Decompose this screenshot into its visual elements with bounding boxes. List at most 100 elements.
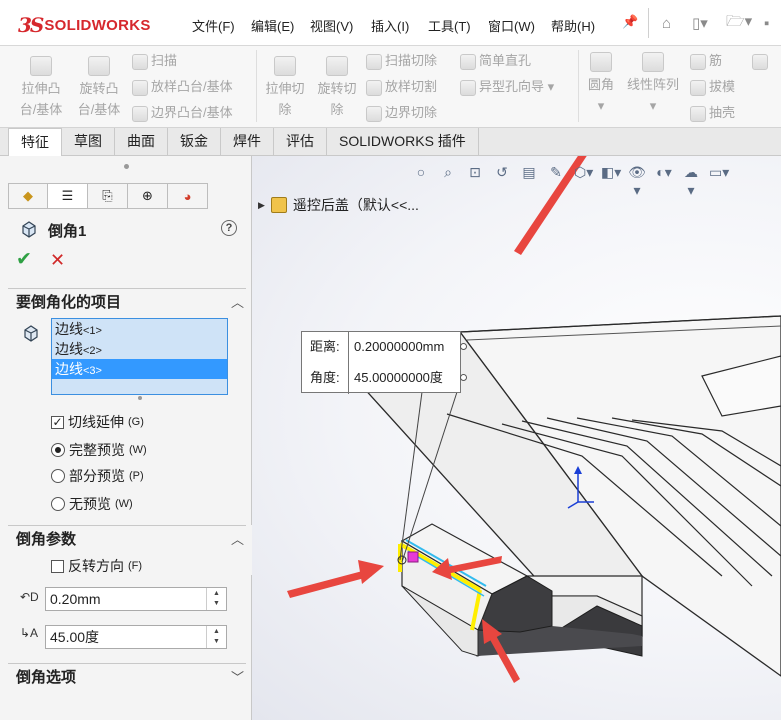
tab-addins[interactable]: SOLIDWORKS 插件 — [327, 128, 479, 156]
boundary-cut-button[interactable]: 边界切除 — [366, 102, 437, 123]
panel-grip[interactable] — [124, 164, 129, 169]
display-manager-tab[interactable]: ◕ — [168, 183, 208, 209]
dynamic-annotation-icon[interactable]: ✎ — [547, 163, 565, 181]
apply-scene-icon[interactable]: ☁▾ — [682, 163, 700, 198]
tab-sketch[interactable]: 草图 — [62, 128, 115, 156]
radio-unselected[interactable] — [51, 469, 65, 483]
angle-input[interactable]: 45.00度 ▲ ▼ — [45, 625, 227, 649]
radio-selected[interactable] — [51, 443, 65, 457]
tab-evaluate[interactable]: 评估 — [274, 128, 327, 156]
swept-cut-label: 扫描切除 — [385, 53, 438, 68]
partial-preview-radio[interactable]: 部分预览 (P) — [51, 466, 144, 486]
open-folder-icon[interactable]: 🗁▾ — [726, 12, 752, 34]
save-icon[interactable]: ▪ — [764, 12, 769, 34]
list-resize-grip[interactable] — [138, 396, 142, 400]
hide-show-items-icon[interactable]: 👁▾ — [628, 163, 646, 198]
tab-surfaces[interactable]: 曲面 — [115, 128, 168, 156]
distance-spinner[interactable]: ▲ ▼ — [206, 588, 226, 610]
dimxpert-manager-tab[interactable]: ⊕ — [128, 183, 168, 209]
menu-insert[interactable]: 插入(I) — [371, 16, 409, 35]
new-document-icon[interactable]: ▯▾ — [692, 12, 708, 34]
rib-icon — [690, 53, 706, 70]
logo-text: SOLIDWORKS — [44, 16, 151, 34]
sweep-button[interactable]: 扫描 — [132, 50, 177, 71]
reverse-direction-checkbox[interactable]: 反转方向 (F) — [51, 556, 142, 576]
list-item[interactable]: 边线<2> — [52, 339, 227, 359]
list-item[interactable]: 边线<3> — [52, 359, 227, 379]
swept-cut-button[interactable]: 扫描切除 — [366, 50, 437, 71]
expand-triangle-icon[interactable]: ▶ — [258, 200, 265, 211]
no-preview-radio[interactable]: 无预览 (W) — [51, 494, 133, 514]
help-icon[interactable]: ? — [221, 220, 237, 236]
previous-view-icon[interactable]: ↺ — [493, 163, 511, 181]
angle-value: 45.00度 — [50, 629, 100, 645]
configuration-manager-tab[interactable]: ⎘ — [88, 183, 128, 209]
cancel-x-button[interactable]: ✕ — [50, 251, 65, 269]
zoom-to-fit-icon[interactable]: ⌕ — [439, 163, 457, 181]
menu-edit[interactable]: 编辑(E) — [251, 16, 294, 35]
loft-button[interactable]: 放样凸台/基体 — [132, 76, 233, 97]
view-orientation-icon[interactable]: ⬡▾ — [574, 163, 593, 181]
tab-sheet-metal[interactable]: 钣金 — [168, 128, 221, 156]
edit-appearance-icon[interactable]: ◐▾ — [655, 163, 673, 181]
lofted-cut-button[interactable]: 放样切割 — [366, 76, 437, 97]
extrude-boss-button[interactable]: 拉伸凸 台/基体 — [16, 56, 66, 120]
radio-unselected[interactable] — [51, 497, 65, 511]
feature-manager-tab[interactable]: ◆ — [8, 183, 48, 209]
checkbox-unchecked[interactable] — [51, 559, 64, 573]
callout-distance-value[interactable]: 0.20000000mm — [354, 332, 444, 362]
section-view-icon[interactable]: ▤ — [520, 163, 538, 181]
callout-distance-row[interactable]: 距离: 0.20000000mm — [302, 332, 467, 362]
home-icon[interactable]: ⌂ — [662, 12, 671, 34]
flyout-tree-root[interactable]: ▶ 遥控后盖（默认<<... — [258, 195, 419, 215]
callout-angle-row[interactable]: 角度: 45.00000000度 — [302, 363, 467, 393]
rib-button[interactable]: 筋 — [690, 50, 722, 71]
angle-icon: ↳A — [20, 626, 39, 640]
simple-hole-button[interactable]: 简单直孔 — [460, 50, 531, 71]
full-preview-label: 完整预览 — [69, 442, 125, 458]
full-preview-radio[interactable]: 完整预览 (W) — [51, 440, 147, 460]
chamfer-options-header[interactable]: 倒角选项 ﹀ — [8, 663, 246, 689]
view-settings-icon[interactable]: ▭▾ — [709, 163, 729, 181]
property-manager-tab[interactable]: ☰ — [48, 183, 88, 209]
callout-angle-value[interactable]: 45.00000000度 — [354, 363, 443, 393]
extrude-cut-button[interactable]: 拉伸切 除 — [262, 56, 308, 120]
display-style-icon[interactable]: ◧▾ — [601, 163, 621, 181]
ribbon-more-icon[interactable] — [752, 50, 771, 71]
menu-help[interactable]: 帮助(H) — [551, 16, 595, 35]
chamfer-parameters-header[interactable]: 倒角参数 ︿ — [8, 525, 246, 551]
menu-window[interactable]: 窗口(W) — [488, 16, 535, 35]
edge-selection-list[interactable]: 边线<1> 边线<2> 边线<3> — [51, 318, 228, 395]
boundary-boss-button[interactable]: 边界凸台/基体 — [132, 102, 233, 123]
list-item[interactable]: 边线<1> — [52, 319, 227, 339]
pin-icon[interactable]: 📌 — [622, 14, 638, 30]
hole-wizard-icon — [460, 79, 476, 96]
lightbulb-icon[interactable]: ○ — [412, 163, 430, 181]
distance-input[interactable]: 0.20mm ▲ ▼ — [45, 587, 227, 611]
reverse-direction-label: 反转方向 — [68, 558, 124, 574]
shell-button[interactable]: 抽壳 — [690, 102, 735, 123]
checkbox-checked[interactable]: ✓ — [51, 415, 64, 429]
draft-button[interactable]: 拔模 — [690, 76, 735, 97]
ok-checkmark-button[interactable]: ✔ — [16, 250, 32, 269]
revolve-boss-button[interactable]: 旋转凸 台/基体 — [74, 56, 124, 120]
tangent-propagation-checkbox[interactable]: ✓ 切线延伸 (G) — [51, 412, 144, 432]
chamfer-callout[interactable]: 距离: 0.20000000mm 角度: 45.00000000度 — [301, 331, 467, 394]
zoom-to-area-icon[interactable]: ⊡ — [466, 163, 484, 181]
tab-weldments[interactable]: 焊件 — [221, 128, 274, 156]
solidworks-logo[interactable]: 3S SOLIDWORKS — [18, 8, 166, 42]
hole-wizard-button[interactable]: 异型孔向导 ▾ — [460, 76, 554, 97]
angle-spinner[interactable]: ▲ ▼ — [206, 626, 226, 648]
tab-features[interactable]: 特征 — [8, 128, 62, 156]
items-to-chamfer-header[interactable]: 要倒角化的项目 ︿ — [8, 288, 246, 314]
edge-name: 边线 — [55, 321, 83, 337]
menu-view[interactable]: 视图(V) — [310, 16, 353, 35]
menu-tools[interactable]: 工具(T) — [428, 16, 471, 35]
callout-handle[interactable] — [460, 343, 467, 350]
callout-handle[interactable] — [460, 374, 467, 381]
fillet-button[interactable]: 圆角 ▾ — [584, 52, 618, 116]
menu-file[interactable]: 文件(F) — [192, 16, 235, 35]
linear-pattern-button[interactable]: 线性阵列 ▾ — [624, 52, 682, 116]
revolve-cut-button[interactable]: 旋转切 除 — [314, 56, 360, 120]
graphics-viewport[interactable]: ○ ⌕ ⊡ ↺ ▤ ✎ ⬡▾ ◧▾ 👁▾ ◐▾ ☁▾ ▭▾ ▶ 遥控后盖（默认<… — [252, 156, 781, 720]
